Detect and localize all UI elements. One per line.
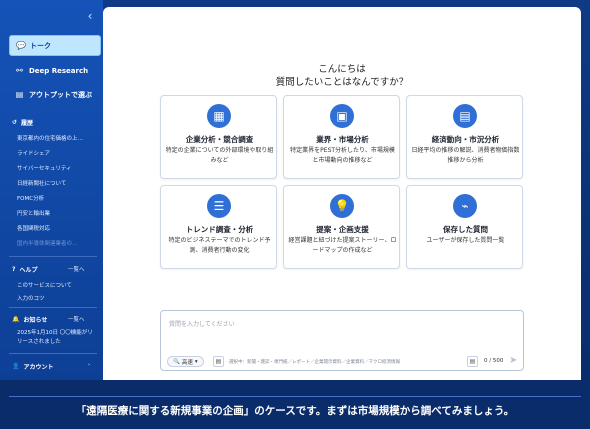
news-item[interactable]: 2025年1月10日 〇〇機能がリリースされました	[17, 329, 97, 347]
lightbulb-icon: 💡	[330, 194, 354, 218]
caption-divider	[9, 396, 581, 397]
account-menu[interactable]: 👤 アカウント	[12, 362, 54, 371]
attach-button[interactable]: ▤	[467, 356, 478, 367]
caption-text: 「遠隔医療に関する新規事業の企画」のケースです。まずは市場規模から調べてみましょ…	[75, 405, 515, 417]
news-header: 🔔 お知らせ	[12, 315, 47, 324]
card-company-analysis[interactable]: ▦ 企業分析・競合調査 特定の企業についての外部環境や取り組みなど	[160, 95, 277, 179]
char-counter: 0 / 500	[484, 358, 504, 364]
briefcase-icon: ▣	[330, 104, 354, 128]
card-title: トレンド調査・分析	[185, 225, 254, 234]
card-title: 保存した質問	[443, 225, 488, 234]
greeting: こんにちは 質問したいことはなんですか？	[103, 63, 581, 89]
document-icon: ▤	[15, 90, 24, 99]
help-header: ? ヘルプ	[12, 265, 38, 274]
sidebar: ‹ 💬 トーク ⚯ Deep Research ▤ アウトプットで選ぶ ↺ 履歴…	[0, 0, 103, 380]
account-label: アカウント	[23, 364, 54, 371]
building-icon: ▦	[207, 104, 231, 128]
newspaper-icon: ▤	[453, 104, 477, 128]
user-icon: 👤	[12, 363, 20, 370]
card-desc: 特定の企業についての外部環境や取り組みなど	[165, 147, 274, 164]
bell-icon: 🔔	[12, 316, 20, 323]
card-desc: 特定のビジネステーマでのトレンド予測、消費者行動の変化	[168, 237, 271, 254]
nav-output-label: アウトプットで選ぶ	[29, 90, 92, 99]
nav-talk-label: トーク	[30, 41, 51, 50]
source-filter-button[interactable]: ▤	[213, 356, 224, 367]
model-select[interactable]: 🔍 高速 ▾	[167, 356, 204, 367]
help-more-link[interactable]: 一覧へ	[68, 265, 85, 273]
history-item[interactable]: 日経新聞社について	[17, 179, 66, 187]
card-desc: ユーザーが保存した質問一覧	[426, 237, 505, 244]
greeting-line-1: こんにちは	[318, 64, 366, 75]
card-industry-analysis[interactable]: ▣ 業界・市場分析 特定業界をPEST分析したり、市場規模と市場動向の推移など	[283, 95, 400, 179]
history-item[interactable]: 各国関税対応	[17, 224, 50, 232]
news-label: お知らせ	[23, 317, 48, 324]
collapse-sidebar-icon[interactable]: ‹	[84, 9, 96, 23]
history-item[interactable]: 国内半導体関連業者の…	[17, 239, 78, 247]
card-title: 業界・市場分析	[316, 135, 369, 144]
history-header: ↺ 履歴	[12, 118, 33, 127]
question-input[interactable]: 質問を入力してください 🔍 高速 ▾ ▤ 選択中：新聞・雑誌・専門紙／レポート／…	[160, 310, 524, 371]
card-proposal-support[interactable]: 💡 提案・企画支援 経営課題と紐づけた提案ストーリー、ロードマップの作成など	[283, 185, 400, 269]
model-label: 高速	[181, 359, 193, 366]
card-title: 経済動向・市況分析	[431, 135, 500, 144]
card-desc: 日経平均の推移の解説、消費者物価指数推移から分析	[411, 147, 520, 164]
nav-output[interactable]: ▤ アウトプットで選ぶ	[9, 84, 101, 105]
history-icon: ↺	[12, 119, 18, 126]
help-item[interactable]: 入力のコツ	[17, 294, 45, 302]
history-item[interactable]: 東京都内の住宅価格の上…	[17, 134, 83, 142]
chevron-down-icon: ▾	[194, 358, 198, 365]
greeting-line-2: 質問したいことはなんですか？	[275, 77, 409, 88]
card-title: 企業分析・競合調査	[185, 135, 254, 144]
caption-bar: 「遠隔医療に関する新規事業の企画」のケースです。まずは市場規模から調べてみましょ…	[0, 392, 590, 429]
card-desc: 経営課題と紐づけた提案ストーリー、ロードマップの作成など	[288, 237, 397, 254]
divider	[9, 256, 97, 257]
news-more-link[interactable]: 一覧へ	[68, 315, 85, 323]
input-placeholder: 質問を入力してください	[169, 321, 235, 328]
card-economic-trends[interactable]: ▤ 経済動向・市況分析 日経平均の推移の解説、消費者物価指数推移から分析	[406, 95, 523, 179]
nav-deep-research-label: Deep Research	[29, 66, 89, 75]
divider	[9, 353, 97, 354]
nav-talk[interactable]: 💬 トーク	[9, 35, 101, 56]
app-window: ‹ 💬 トーク ⚯ Deep Research ▤ アウトプットで選ぶ ↺ 履歴…	[0, 0, 590, 392]
card-trend-research[interactable]: ☰ トレンド調査・分析 特定のビジネステーマでのトレンド予測、消費者行動の変化	[160, 185, 277, 269]
book-icon: ☰	[207, 194, 231, 218]
history-item[interactable]: FOMC分析	[17, 194, 44, 202]
chevron-right-icon[interactable]: ›	[88, 362, 90, 368]
history-label: 履歴	[21, 120, 34, 127]
divider	[9, 307, 97, 308]
search-icon: 🔍	[173, 358, 180, 365]
research-icon: ⚯	[16, 66, 23, 75]
history-item[interactable]: サイバーセキュリティ	[17, 164, 72, 172]
help-icon: ?	[12, 266, 16, 273]
main-panel: こんにちは 質問したいことはなんですか？ ▦ 企業分析・競合調査 特定の企業につ…	[103, 7, 581, 380]
history-item[interactable]: 円安と輸出業	[17, 209, 50, 217]
help-item[interactable]: このサービスについて	[17, 281, 72, 289]
card-title: 提案・企画支援	[316, 225, 369, 234]
send-icon[interactable]: ➤	[509, 355, 517, 366]
nav-deep-research[interactable]: ⚯ Deep Research	[9, 60, 101, 81]
clip-icon: ⌁	[453, 194, 477, 218]
chat-icon: 💬	[16, 41, 26, 50]
help-label: ヘルプ	[19, 267, 38, 274]
card-desc: 特定業界をPEST分析したり、市場規模と市場動向の推移など	[290, 147, 395, 164]
card-saved-questions[interactable]: ⌁ 保存した質問 ユーザーが保存した質問一覧	[406, 185, 523, 269]
source-hint: 選択中：新聞・雑誌・専門紙／レポート／企業開示資料／企業資料／マクロ経済情報	[229, 360, 400, 365]
history-item[interactable]: ライドシェア	[17, 149, 50, 157]
